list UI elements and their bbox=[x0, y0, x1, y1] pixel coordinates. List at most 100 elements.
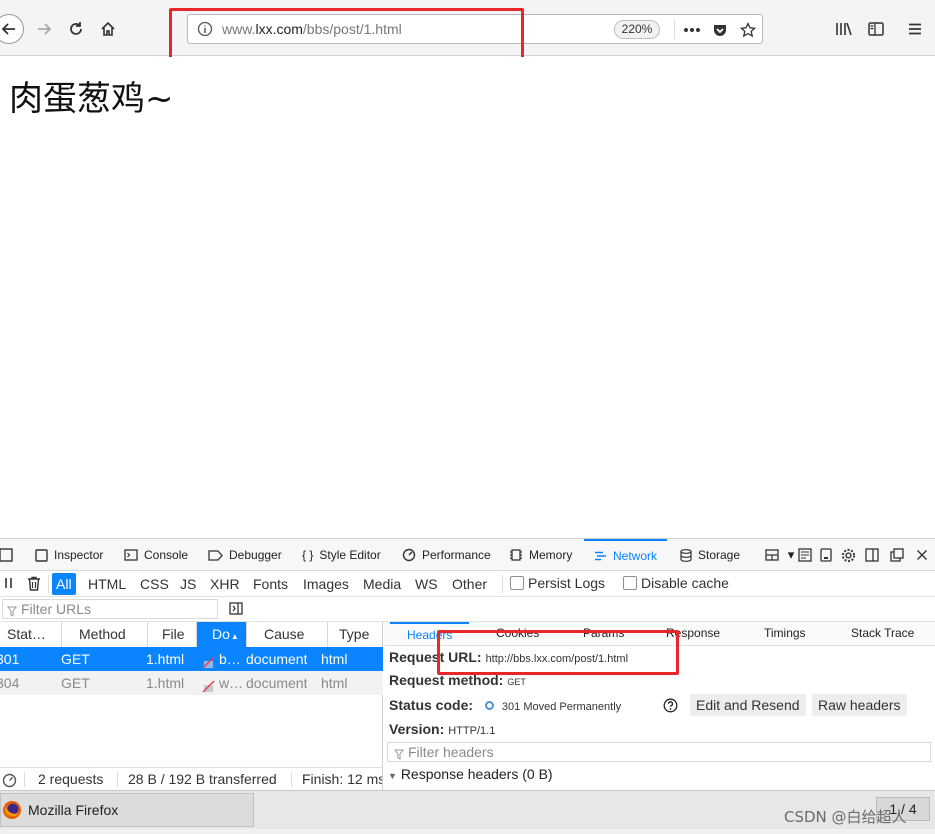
tab-console[interactable]: Console bbox=[124, 539, 188, 571]
network-status-bar: 2 requests 28 B / 192 B transferred Fini… bbox=[0, 767, 383, 790]
scratchpad-icon[interactable] bbox=[797, 547, 813, 563]
tab-timings[interactable]: Timings bbox=[764, 622, 806, 645]
forward-button[interactable] bbox=[31, 16, 57, 42]
column-cause[interactable]: Cause bbox=[247, 622, 328, 647]
pause-icon[interactable] bbox=[4, 576, 14, 593]
table-row[interactable]: 304 GET 1.html w… document html bbox=[0, 671, 383, 695]
sidebar-button[interactable] bbox=[863, 16, 889, 42]
firefox-logo-icon bbox=[2, 800, 22, 820]
filter-xhr[interactable]: XHR bbox=[206, 573, 244, 595]
storage-icon bbox=[680, 548, 692, 562]
page-heading: 肉蛋葱鸡~ bbox=[9, 79, 174, 119]
toggle-sidebar-icon[interactable] bbox=[229, 602, 243, 618]
devtools-tab-bar: Inspector Console Debugger { } Style Edi… bbox=[0, 538, 935, 571]
status-code-row: Status code: 301 Moved Permanently bbox=[389, 697, 621, 713]
performance-analysis-icon[interactable] bbox=[2, 772, 17, 790]
column-method[interactable]: Method bbox=[62, 622, 148, 647]
inspector-icon bbox=[35, 548, 48, 562]
row-type: html bbox=[321, 675, 348, 691]
version-label: Version: bbox=[389, 721, 445, 737]
finish-time: Finish: 12 ms bbox=[302, 771, 383, 787]
tab-console-label: Console bbox=[144, 548, 189, 562]
disable-cache-checkbox[interactable]: Disable cache bbox=[623, 575, 729, 591]
status-divider bbox=[291, 772, 292, 787]
persist-logs-label: Persist Logs bbox=[528, 575, 606, 591]
tab-style-editor[interactable]: { } Style Editor bbox=[302, 539, 381, 571]
status-code-value: 301 Moved Permanently bbox=[501, 701, 622, 713]
back-button[interactable] bbox=[0, 14, 24, 44]
pocket-icon[interactable] bbox=[710, 20, 730, 40]
row-domain: w… bbox=[219, 675, 244, 691]
page-actions-icon[interactable] bbox=[682, 20, 702, 40]
back-arrow-icon bbox=[1, 23, 15, 35]
tab-debugger[interactable]: Debugger bbox=[208, 539, 282, 571]
filter-funnel-icon bbox=[394, 746, 404, 764]
response-headers-label: Response headers (0 B) bbox=[400, 766, 553, 782]
tab-network[interactable]: Network bbox=[584, 539, 668, 571]
column-file[interactable]: File bbox=[148, 622, 197, 647]
column-domain[interactable]: Do▲ bbox=[197, 622, 247, 647]
tab-storage-label: Storage bbox=[698, 548, 741, 562]
row-status: 301 bbox=[0, 651, 20, 667]
reload-icon bbox=[70, 22, 82, 35]
filter-css[interactable]: CSS bbox=[136, 573, 173, 595]
response-headers-section[interactable]: ▼ Response headers (0 B) bbox=[388, 766, 553, 782]
taskbar-firefox-label: Mozilla Firefox bbox=[28, 802, 119, 818]
no-security-icon bbox=[202, 676, 215, 700]
filter-html[interactable]: HTML bbox=[84, 573, 130, 595]
zoom-indicator[interactable]: 220% bbox=[614, 20, 660, 39]
tab-inspector[interactable]: Inspector bbox=[35, 539, 103, 571]
clear-trash-icon[interactable] bbox=[27, 576, 41, 594]
tab-performance[interactable]: Performance bbox=[402, 539, 491, 571]
tab-memory[interactable]: Memory bbox=[509, 539, 572, 571]
url-highlight-box bbox=[169, 8, 524, 64]
bookmark-star-icon[interactable] bbox=[738, 20, 758, 40]
menu-button[interactable] bbox=[902, 16, 928, 42]
row-method: GET bbox=[61, 651, 90, 667]
library-button[interactable] bbox=[831, 16, 857, 42]
filter-ws[interactable]: WS bbox=[411, 573, 442, 595]
settings-gear-icon[interactable] bbox=[840, 547, 856, 563]
toolbar-divider bbox=[48, 575, 49, 593]
row-cause: document bbox=[246, 675, 308, 691]
row-file: 1.html bbox=[146, 675, 185, 691]
help-icon[interactable] bbox=[663, 698, 678, 716]
edit-and-resend-button[interactable]: Edit and Resend bbox=[690, 694, 806, 716]
screenshot-icon[interactable] bbox=[818, 547, 834, 563]
dock-side-icon[interactable] bbox=[864, 547, 880, 563]
toolbar-divider bbox=[502, 575, 503, 593]
tab-storage[interactable]: Storage bbox=[680, 539, 740, 571]
home-button[interactable] bbox=[95, 16, 121, 42]
transferred-size: 28 B / 192 B transferred bbox=[128, 771, 277, 787]
raw-headers-button[interactable]: Raw headers bbox=[812, 694, 907, 716]
filter-headers-input[interactable]: Filter headers bbox=[387, 742, 931, 762]
filter-js[interactable]: JS bbox=[176, 573, 200, 595]
separate-window-icon[interactable] bbox=[889, 547, 905, 563]
column-status[interactable]: Stat… bbox=[0, 622, 62, 647]
filter-other[interactable]: Other bbox=[448, 573, 491, 595]
disable-cache-box[interactable] bbox=[623, 576, 637, 590]
urlbar-divider bbox=[674, 19, 675, 39]
filter-images[interactable]: Images bbox=[299, 573, 353, 595]
status-code-label: Status code: bbox=[389, 697, 474, 713]
status-divider bbox=[24, 772, 25, 787]
filter-all[interactable]: All bbox=[52, 573, 76, 595]
persist-logs-box[interactable] bbox=[510, 576, 524, 590]
reload-button[interactable] bbox=[63, 16, 89, 42]
close-devtools-icon[interactable] bbox=[914, 547, 930, 563]
filter-media[interactable]: Media bbox=[359, 573, 405, 595]
network-icon bbox=[594, 551, 607, 561]
performance-icon bbox=[402, 548, 416, 562]
table-row[interactable]: 301 GET 1.html b… document html bbox=[0, 647, 383, 671]
taskbar-firefox-item[interactable]: Mozilla Firefox bbox=[0, 793, 254, 827]
filter-row: Filter URLs bbox=[0, 597, 935, 622]
pick-element-icon[interactable] bbox=[0, 547, 14, 563]
persist-logs-checkbox[interactable]: Persist Logs bbox=[510, 575, 605, 591]
row-cause: document bbox=[246, 651, 308, 667]
tab-stack-trace[interactable]: Stack Trace bbox=[851, 622, 914, 645]
responsive-design-icon[interactable] bbox=[765, 547, 781, 563]
tab-memory-label: Memory bbox=[529, 548, 573, 562]
column-type[interactable]: Type bbox=[328, 622, 383, 647]
filter-urls-input[interactable]: Filter URLs bbox=[2, 599, 218, 619]
filter-fonts[interactable]: Fonts bbox=[249, 573, 292, 595]
